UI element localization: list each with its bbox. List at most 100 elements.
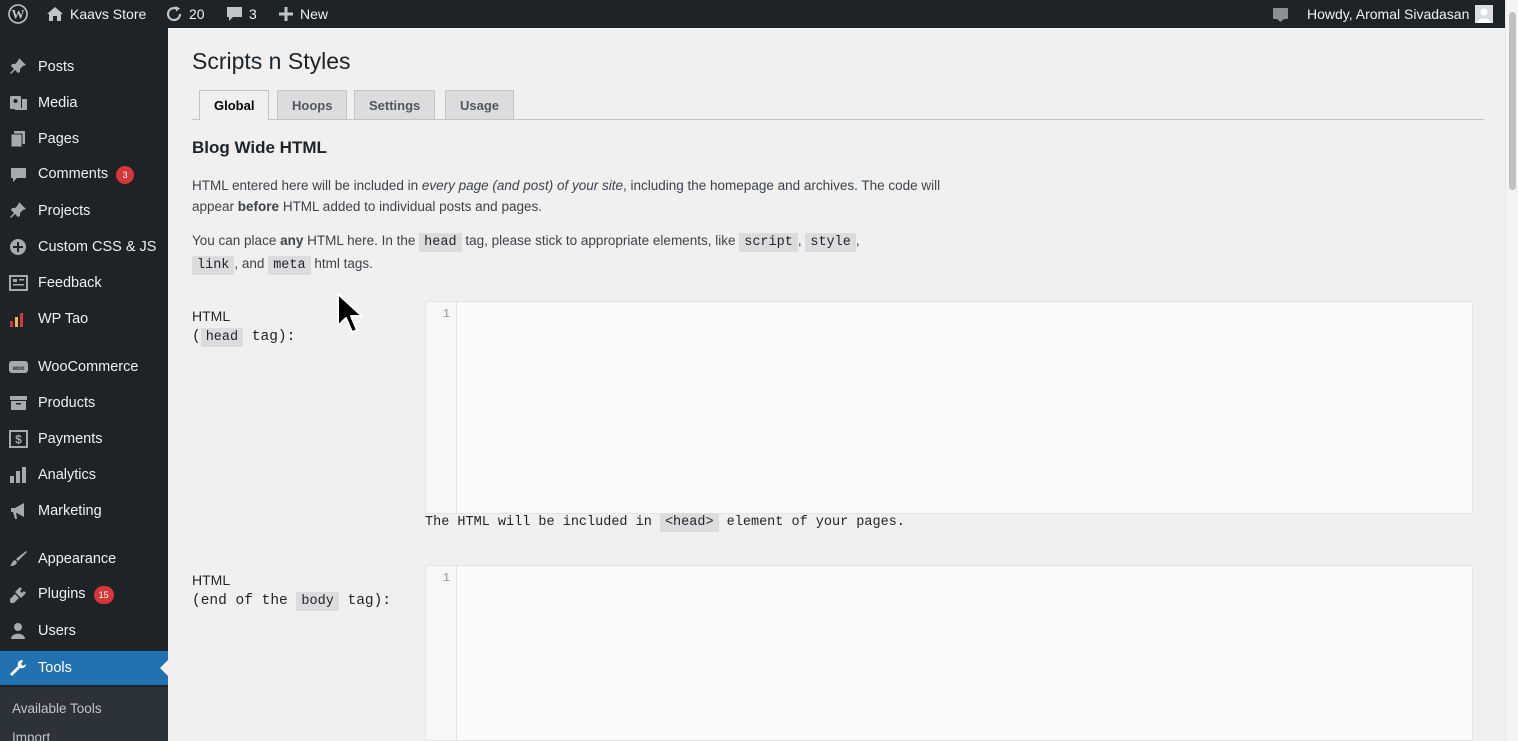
new-content-link[interactable]: New <box>278 0 328 28</box>
text: The HTML will be included in <box>425 515 660 530</box>
emphasis-text: every page (and post) of your site <box>421 178 623 193</box>
sidebar-item-tools[interactable]: Tools <box>0 651 168 685</box>
code-area[interactable] <box>457 302 1472 513</box>
sidebar-item-label: Custom CSS & JS <box>38 239 157 255</box>
brush-icon <box>9 550 28 568</box>
bold-text: any <box>280 233 304 248</box>
bold-text: before <box>237 199 280 214</box>
sidebar-item-label: Feedback <box>38 275 102 291</box>
updates-link[interactable]: 20 <box>165 0 205 28</box>
tab-usage[interactable]: Usage <box>445 90 515 120</box>
user-icon <box>9 622 28 640</box>
admin-bar: W Kaavs Store 20 3 New Howdy, Aromal Siv… <box>0 0 1505 28</box>
code-meta: meta <box>268 256 311 275</box>
chart-icon <box>9 310 28 328</box>
sidebar-item-media[interactable]: Media <box>0 86 168 120</box>
comment-icon <box>9 166 28 184</box>
admin-sidebar: Posts Media Pages Comments 3 Projects Cus… <box>0 28 168 741</box>
label-tag-line: (head tag): <box>192 327 295 348</box>
text: HTML entered here will be included in <box>192 178 422 193</box>
line-number: 1 <box>442 307 450 321</box>
howdy-text: Howdy, Aromal Sivadasan <box>1307 6 1470 22</box>
plug-icon <box>9 586 28 604</box>
current-indicator <box>160 660 168 676</box>
line-number-gutter: 1 <box>426 566 457 740</box>
head-html-hint: The HTML will be included in <head> elem… <box>425 513 905 532</box>
account-menu[interactable]: Howdy, Aromal Sivadasan <box>1307 0 1494 28</box>
tools-submenu: Available Tools Import <box>0 687 168 741</box>
feedback-icon <box>9 274 28 292</box>
woo-icon: woo <box>9 358 28 376</box>
wordpress-logo-icon[interactable]: W <box>8 0 28 28</box>
sidebar-item-text: Comments <box>38 166 109 182</box>
submenu-item-available-tools[interactable]: Available Tools <box>12 701 102 716</box>
sidebar-item-payments[interactable]: $ Payments <box>0 422 168 456</box>
code-link: link <box>192 256 235 275</box>
text: element of your pages. <box>718 515 905 530</box>
plus-icon <box>278 6 294 22</box>
body-html-editor[interactable]: 1 <box>425 565 1473 741</box>
sidebar-item-projects[interactable]: Projects <box>0 194 168 228</box>
comments-link[interactable]: 3 <box>226 0 257 28</box>
code-area[interactable] <box>457 566 1472 740</box>
sidebar-item-posts[interactable]: Posts <box>0 50 168 84</box>
avatar <box>1475 5 1494 23</box>
notification-icon[interactable] <box>1272 0 1289 28</box>
section-title: Blog Wide HTML <box>192 138 327 157</box>
description-paragraph-2: You can place any HTML here. In the head… <box>192 230 952 276</box>
sidebar-item-analytics[interactable]: Analytics <box>0 458 168 492</box>
label-text: HTML <box>192 572 231 588</box>
sidebar-item-label: Comments 3 <box>38 166 135 184</box>
sidebar-item-label: Appearance <box>38 551 117 567</box>
sidebar-item-users[interactable]: Users <box>0 614 168 648</box>
archive-icon <box>9 394 28 412</box>
sidebar-item-custom-css-js[interactable]: Custom CSS & JS <box>0 230 168 264</box>
page-title: Scripts n Styles <box>192 48 351 74</box>
head-html-editor[interactable]: 1 <box>425 301 1473 514</box>
text: HTML here. In the <box>303 233 420 248</box>
sidebar-item-label: WooCommerce <box>38 359 139 375</box>
text: , <box>855 233 860 248</box>
bar-chart-icon <box>9 466 28 484</box>
submenu-item-import[interactable]: Import <box>12 730 50 741</box>
sidebar-item-appearance[interactable]: Appearance <box>0 542 168 576</box>
sidebar-item-marketing[interactable]: Marketing <box>0 494 168 528</box>
svg-text:W: W <box>12 7 25 22</box>
site-name-link[interactable]: Kaavs Store <box>46 0 146 28</box>
main-content: Scripts n Styles Global Hoops Settings U… <box>168 28 1505 741</box>
text: html tags. <box>310 256 373 271</box>
sidebar-item-woocommerce[interactable]: woo WooCommerce <box>0 350 168 384</box>
sidebar-item-label: Projects <box>38 203 91 219</box>
line-number-gutter: 1 <box>426 302 457 513</box>
sidebar-item-products[interactable]: Products <box>0 386 168 420</box>
code-head-element: <head> <box>659 513 719 532</box>
sidebar-item-label: Products <box>38 395 96 411</box>
page-scrollbar[interactable] <box>1505 0 1518 741</box>
plugins-badge: 15 <box>93 586 114 604</box>
site-name: Kaavs Store <box>70 6 147 22</box>
text: tag, please stick to appropriate element… <box>461 233 740 248</box>
sidebar-item-label: Tools <box>38 660 72 676</box>
scrollbar-thumb[interactable] <box>1509 12 1516 190</box>
updates-count: 20 <box>189 6 205 22</box>
text: HTML added to individual posts and pages… <box>279 199 542 214</box>
sidebar-item-pages[interactable]: Pages <box>0 122 168 156</box>
sidebar-item-plugins[interactable]: Plugins 15 <box>0 578 168 612</box>
comments-badge: 3 <box>116 166 135 184</box>
tab-bar: Global Hoops Settings Usage <box>192 90 1484 121</box>
comments-count: 3 <box>249 6 257 22</box>
tab-global[interactable]: Global <box>199 90 270 121</box>
text: You can place <box>192 233 281 248</box>
sidebar-item-label: Plugins 15 <box>38 586 114 604</box>
pin-icon <box>9 202 28 220</box>
tab-hoops[interactable]: Hoops <box>277 90 348 120</box>
sidebar-item-comments[interactable]: Comments 3 <box>0 158 168 192</box>
sidebar-item-wp-tao[interactable]: WP Tao <box>0 302 168 336</box>
megaphone-icon <box>9 502 28 520</box>
pages-icon <box>9 130 28 148</box>
sidebar-item-feedback[interactable]: Feedback <box>0 266 168 300</box>
home-icon <box>46 6 64 22</box>
mouse-cursor-icon <box>336 292 364 341</box>
code-body: body <box>296 592 339 611</box>
tab-settings[interactable]: Settings <box>354 90 436 120</box>
